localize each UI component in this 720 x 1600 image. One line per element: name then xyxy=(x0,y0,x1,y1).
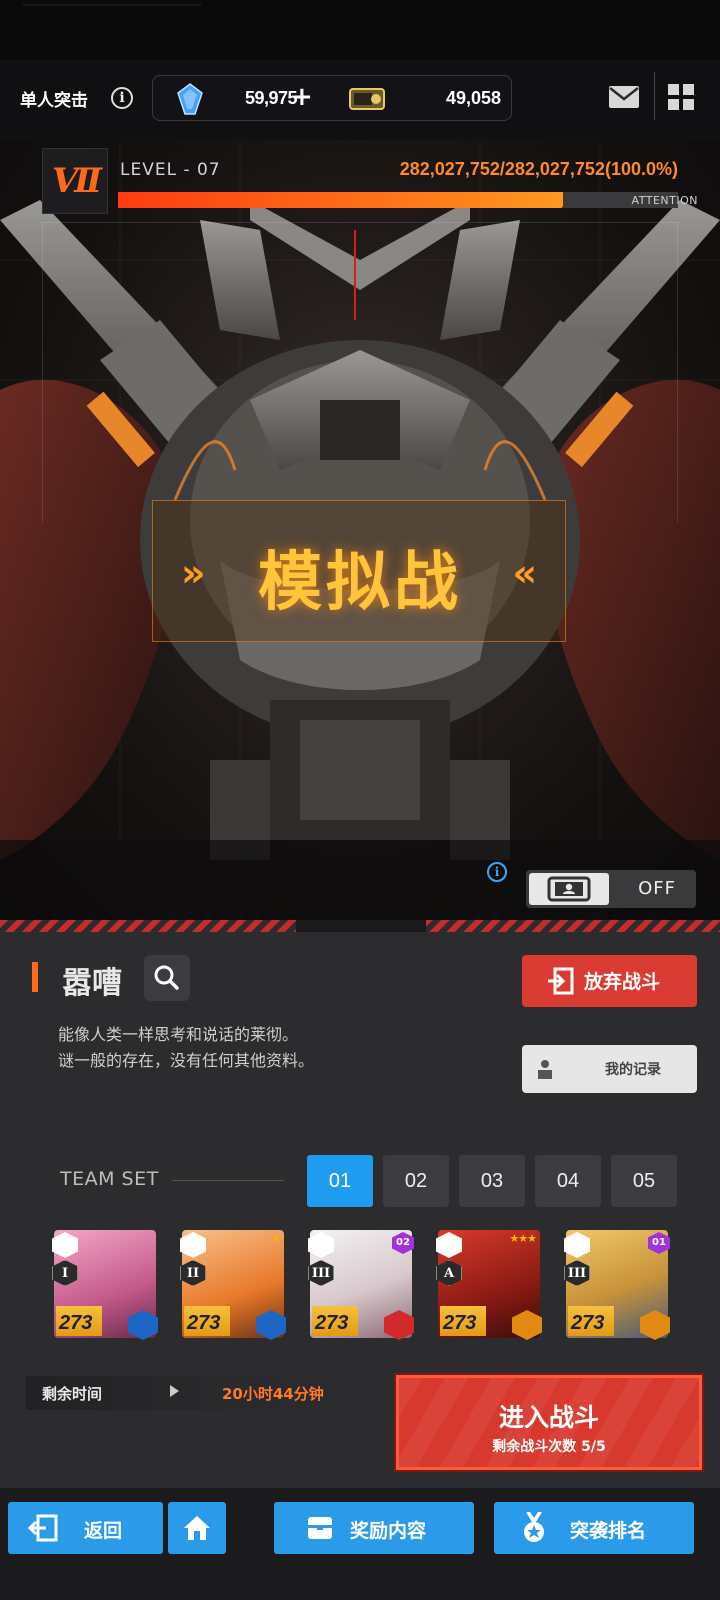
team-tab-03[interactable]: 03 xyxy=(459,1155,525,1207)
simulation-title: 模拟战 xyxy=(258,546,462,620)
credit-count: 49,058 xyxy=(445,88,501,108)
remaining-time-label: 剩余时间 xyxy=(42,1385,103,1403)
user-icon xyxy=(538,1060,552,1079)
level-badge: 273 xyxy=(56,1306,102,1336)
mail-icon[interactable] xyxy=(608,84,640,110)
auto-info-icon[interactable]: i xyxy=(487,862,507,882)
mode-label: 单人突击 xyxy=(20,91,88,111)
enter-battle-label: 进入战斗 xyxy=(498,1403,599,1432)
boss-display: VII LEVEL - 07 282,027,752/282,027,752(1… xyxy=(0,140,720,920)
hazard-stripe-mid xyxy=(296,920,426,932)
quit-battle-button[interactable]: 放弃战斗 xyxy=(522,955,697,1007)
rewards-label: 奖励内容 xyxy=(350,1520,427,1542)
quit-battle-label: 放弃战斗 xyxy=(584,971,661,993)
remaining-time-value: 20小时44分钟 xyxy=(222,1385,324,1403)
menu-grid-icon[interactable] xyxy=(668,84,694,110)
medal-icon xyxy=(524,1512,544,1542)
currency-bar: 59,975 + 49,058 xyxy=(152,75,512,121)
level-badge: VII xyxy=(42,148,108,214)
auto-battle-toggle[interactable]: OFF xyxy=(526,870,696,908)
chevron-left-icon: « xyxy=(512,551,537,595)
team-tab-04[interactable]: 04 xyxy=(535,1155,601,1207)
add-gems-button[interactable]: + xyxy=(291,82,313,112)
simulation-banner[interactable]: » 模拟战 « xyxy=(152,500,566,642)
status-strip xyxy=(0,0,720,60)
boss-hp-bar xyxy=(118,192,678,208)
my-record-label: 我的记录 xyxy=(605,1062,661,1078)
star-rating: ★ xyxy=(271,1232,281,1245)
team-tab-01[interactable]: 01 xyxy=(307,1155,373,1207)
character-card-2[interactable]: II ★ 273 xyxy=(180,1230,286,1340)
star-rating: ★★★ xyxy=(509,1232,537,1245)
level-badge: 273 xyxy=(568,1306,614,1336)
boss-frame xyxy=(42,222,678,522)
home-icon xyxy=(184,1516,210,1540)
header-divider xyxy=(654,72,655,120)
my-record-button[interactable]: 我的记录 xyxy=(522,1045,697,1093)
name-accent-bar xyxy=(32,962,38,992)
remaining-attempts: 剩余战斗次数 5/5 xyxy=(492,1439,606,1455)
team-set-label: TEAM SET xyxy=(60,1168,159,1190)
team-set-divider xyxy=(172,1180,284,1181)
level-badge: 273 xyxy=(440,1306,486,1336)
info-icon[interactable]: i xyxy=(111,87,133,109)
enter-battle-button[interactable]: 进入战斗 剩余战斗次数 5/5 xyxy=(396,1375,702,1470)
gem-icon xyxy=(177,83,203,115)
gift-box-icon xyxy=(308,1517,332,1539)
back-icon xyxy=(28,1514,58,1542)
team-tab-02[interactable]: 02 xyxy=(383,1155,449,1207)
level-badge: 273 xyxy=(312,1306,358,1336)
level-text: LEVEL - 07 xyxy=(120,160,221,180)
boss-hp-text: 282,027,752/282,027,752(100.0%) xyxy=(399,159,678,179)
boss-description: 能像人类一样思考和说话的莱彻。 谜一般的存在，没有任何其他资料。 xyxy=(58,1025,315,1070)
team-tab-05[interactable]: 05 xyxy=(611,1155,677,1207)
ranking-button[interactable]: 突袭排名 xyxy=(494,1502,694,1554)
character-card-1[interactable]: I 273 xyxy=(52,1230,158,1340)
search-icon xyxy=(154,965,179,990)
rewards-button[interactable]: 奖励内容 xyxy=(274,1502,474,1554)
level-badge: 273 xyxy=(184,1306,230,1336)
ranking-label: 突袭排名 xyxy=(570,1520,647,1542)
character-card-4[interactable]: A ★★★ 273 xyxy=(436,1230,542,1340)
exit-icon xyxy=(548,967,574,995)
attention-label: ATTENTION xyxy=(631,194,698,207)
boss-hp-fill xyxy=(118,192,573,208)
toggle-state-label: OFF xyxy=(638,878,676,899)
gem-count: 59,975 xyxy=(245,88,298,108)
card-user-icon xyxy=(547,876,591,902)
play-arrow-icon xyxy=(170,1385,179,1397)
back-label: 返回 xyxy=(84,1520,123,1542)
toggle-knob xyxy=(529,873,609,905)
credit-icon xyxy=(349,88,385,110)
character-card-5[interactable]: III 01 273 xyxy=(564,1230,670,1340)
back-button[interactable]: 返回 xyxy=(8,1502,163,1554)
character-card-3[interactable]: III 02 273 xyxy=(308,1230,414,1340)
home-button[interactable] xyxy=(168,1502,226,1554)
search-button[interactable] xyxy=(144,955,190,1001)
boss-name: 嚣嘈 xyxy=(62,966,122,1001)
